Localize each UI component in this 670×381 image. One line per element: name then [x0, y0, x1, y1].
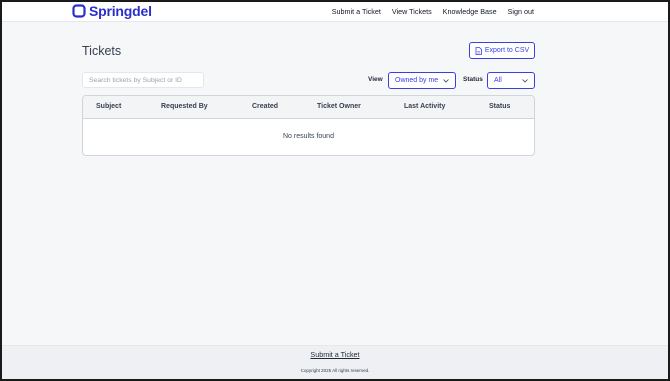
footer-submit-ticket-link[interactable]: Submit a Ticket: [2, 350, 668, 359]
brand-logo[interactable]: Springdel: [72, 3, 152, 19]
page-footer: Submit a Ticket Copyright 2025 All right…: [2, 345, 668, 379]
column-header-last-activity[interactable]: Last Activity: [404, 103, 445, 110]
main-nav: Submit a Ticket View Tickets Knowledge B…: [332, 7, 534, 16]
status-filter-label: Status: [463, 76, 483, 83]
status-select-value: All: [494, 77, 502, 84]
view-select-value: Owned by me: [395, 77, 439, 84]
logo-icon: [72, 4, 86, 18]
export-csv-button[interactable]: Export to CSV: [469, 42, 535, 59]
column-header-subject[interactable]: Subject: [96, 103, 121, 110]
copyright-text: Copyright 2025 All rights reserved.: [300, 368, 370, 373]
nav-sign-out[interactable]: Sign out: [508, 7, 534, 16]
view-filter-label: View: [368, 76, 383, 83]
file-icon: [475, 46, 482, 55]
nav-view-tickets[interactable]: View Tickets: [392, 7, 432, 16]
search-input[interactable]: [82, 72, 204, 88]
brand-name: Springdel: [89, 3, 152, 19]
column-header-ticket-owner[interactable]: Ticket Owner: [317, 103, 361, 110]
status-select[interactable]: All: [487, 72, 535, 89]
chevron-down-icon: [443, 78, 449, 83]
column-header-created[interactable]: Created: [252, 103, 278, 110]
column-header-requested-by[interactable]: Requested By: [161, 103, 208, 110]
nav-knowledge-base[interactable]: Knowledge Base: [443, 7, 497, 16]
table-header: Subject Requested By Created Ticket Owne…: [83, 96, 534, 119]
nav-submit-ticket[interactable]: Submit a Ticket: [332, 7, 381, 16]
view-select[interactable]: Owned by me: [388, 72, 456, 89]
app-window: Springdel Submit a Ticket View Tickets K…: [0, 0, 670, 381]
empty-state-message: No results found: [283, 133, 334, 140]
top-navbar: Springdel Submit a Ticket View Tickets K…: [2, 2, 668, 22]
column-header-status[interactable]: Status: [489, 103, 510, 110]
export-csv-label: Export to CSV: [484, 47, 530, 54]
tickets-table: Subject Requested By Created Ticket Owne…: [82, 95, 535, 156]
chevron-down-icon: [522, 78, 528, 83]
page-title: Tickets: [82, 44, 122, 58]
